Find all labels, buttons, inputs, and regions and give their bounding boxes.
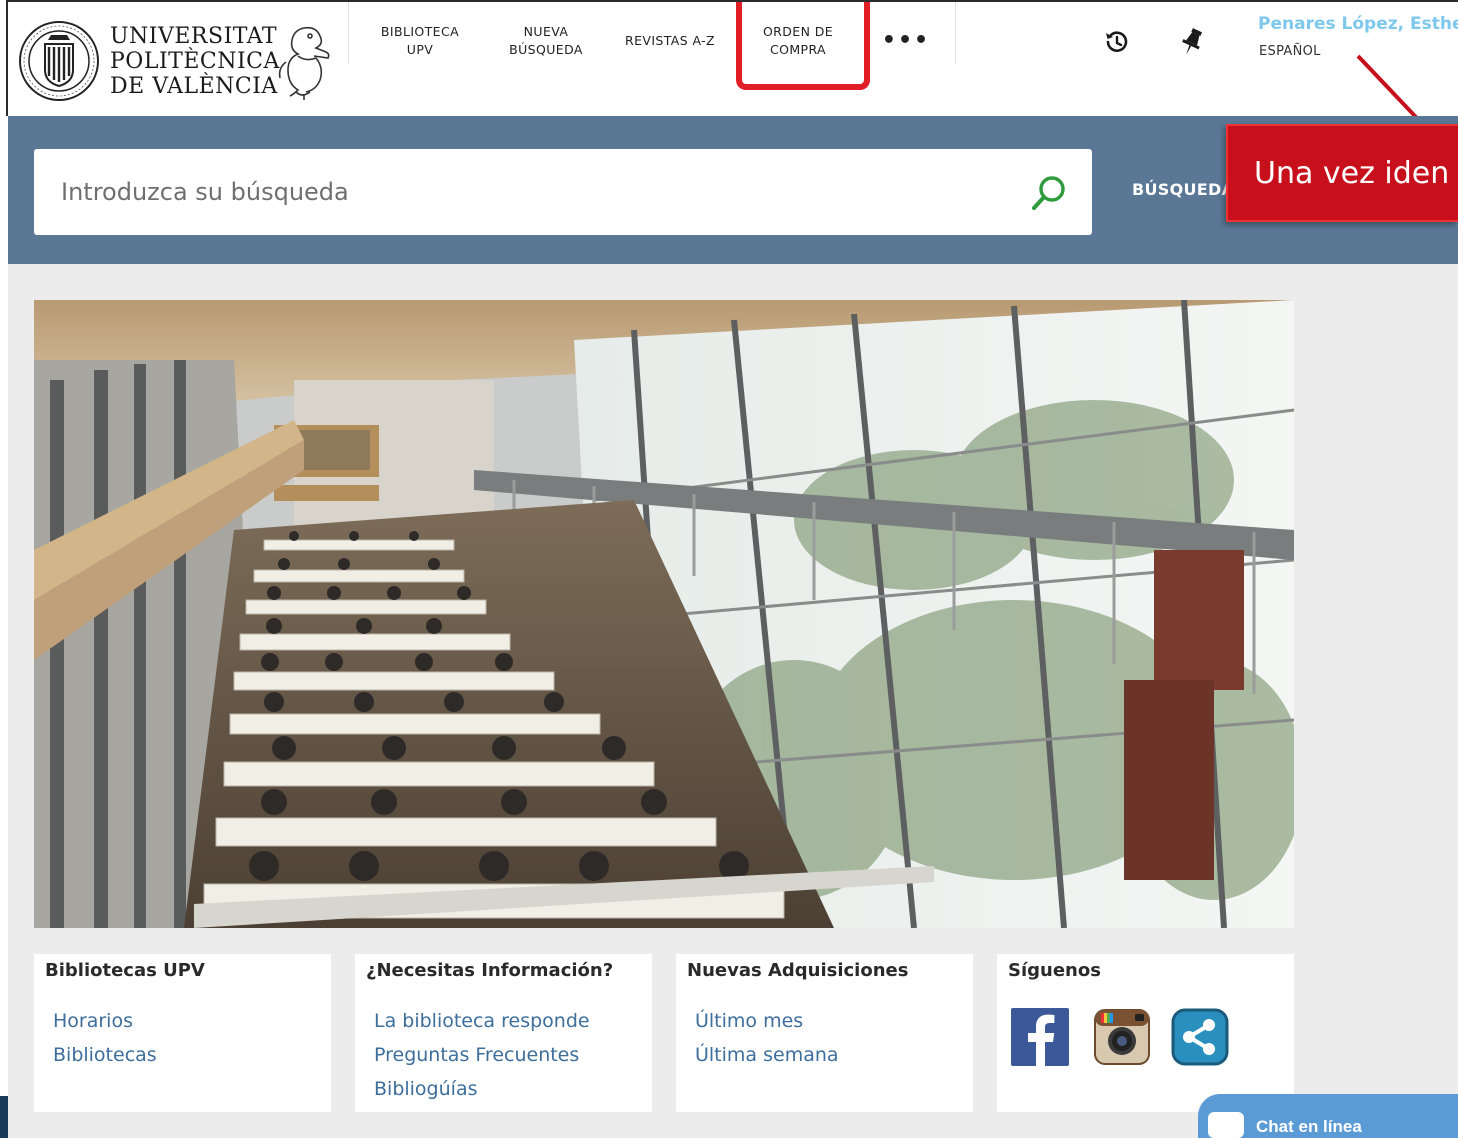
- logo-line-2: POLITÈCNICA: [110, 49, 280, 74]
- chat-label: Chat en línea: [1256, 1117, 1362, 1136]
- share-icon[interactable]: [1171, 1008, 1229, 1066]
- search-input[interactable]: [34, 149, 1014, 235]
- card-links: Último mes Última semana: [695, 1004, 839, 1072]
- search-history-button[interactable]: [1098, 24, 1134, 60]
- chat-bubble-icon: [1208, 1112, 1244, 1138]
- more-menu-button[interactable]: •••: [857, 2, 955, 92]
- top-header: · UNIVERSITAT POLITÈCNICA DE VALÈNCIA BI…: [6, 0, 1458, 116]
- upv-logo[interactable]: · UNIVERSITAT POLITÈCNICA DE VALÈNCIA: [18, 16, 338, 102]
- nav-revistas-az[interactable]: REVISTAS A-Z: [601, 2, 739, 92]
- user-name-link[interactable]: Penares López, Esther: [1258, 14, 1458, 34]
- card-title: Síguenos: [1008, 960, 1101, 981]
- search-button[interactable]: [1030, 173, 1070, 213]
- search-box: [34, 149, 1092, 235]
- search-icon: [1032, 176, 1065, 210]
- nav-biblioteca-label: BIBLIOTECA UPV: [380, 24, 460, 57]
- pin-icon: [1182, 28, 1203, 55]
- callout-text: Una vez iden: [1254, 156, 1450, 191]
- card-bibliotecas-upv: Bibliotecas UPV Horarios Bibliotecas: [34, 954, 331, 1112]
- university-seal-icon: ·: [19, 21, 99, 101]
- card-necesitas-informacion: ¿Necesitas Información? La biblioteca re…: [355, 954, 652, 1112]
- link-ultimo-mes[interactable]: Último mes: [695, 1004, 839, 1038]
- link-la-biblioteca-responde[interactable]: La biblioteca responde: [374, 1004, 590, 1038]
- nav-revistas-label: REVISTAS A-Z: [624, 33, 716, 48]
- history-icon: [1106, 31, 1128, 52]
- nav-orden-de-compra[interactable]: ORDEN DE COMPRA: [739, 2, 857, 92]
- library-hero-image: [34, 300, 1294, 928]
- library-reading-room-photo: [34, 300, 1294, 928]
- logo-line-3: DE VALÈNCIA: [110, 74, 278, 99]
- link-ultima-semana[interactable]: Última semana: [695, 1038, 839, 1072]
- link-preguntas-frecuentes[interactable]: Preguntas Frecuentes: [374, 1038, 590, 1072]
- main-navigation: BIBLIOTECA UPV NUEVA BÚSQUEDA REVISTAS A…: [348, 2, 956, 92]
- university-name: UNIVERSITAT POLITÈCNICA DE VALÈNCIA: [110, 24, 280, 99]
- card-title: Nuevas Adquisiciones: [687, 960, 909, 981]
- card-links: Horarios Bibliotecas: [53, 1004, 157, 1072]
- facebook-icon[interactable]: [1011, 1008, 1069, 1066]
- link-bibliotecas[interactable]: Bibliotecas: [53, 1038, 157, 1072]
- link-horarios[interactable]: Horarios: [53, 1004, 157, 1038]
- corner-decoration: [0, 1096, 8, 1138]
- nav-orden-label: ORDEN DE COMPRA: [762, 24, 834, 57]
- nav-divider: [955, 2, 956, 64]
- card-links: La biblioteca responde Preguntas Frecuen…: [374, 1004, 590, 1106]
- ellipsis-icon: •••: [881, 28, 931, 53]
- language-selector[interactable]: ESPAÑOL: [1259, 44, 1321, 59]
- pinned-items-button[interactable]: [1174, 24, 1210, 60]
- mascot-icon: [278, 26, 330, 100]
- nav-nueva-busqueda-label: NUEVA BÚSQUEDA: [509, 24, 583, 57]
- nav-biblioteca-upv[interactable]: BIBLIOTECA UPV: [349, 2, 491, 92]
- logo-line-1: UNIVERSITAT: [110, 24, 278, 49]
- link-bibliogias[interactable]: Bibliogúías: [374, 1072, 590, 1106]
- card-nuevas-adquisiciones: Nuevas Adquisiciones Último mes Última s…: [676, 954, 973, 1112]
- card-title: ¿Necesitas Información?: [366, 960, 614, 981]
- card-title: Bibliotecas UPV: [45, 960, 205, 981]
- instagram-icon[interactable]: [1093, 1008, 1151, 1066]
- card-siguenos: Síguenos: [997, 954, 1294, 1112]
- main-content: Bibliotecas UPV Horarios Bibliotecas ¿Ne…: [8, 264, 1458, 1138]
- chat-online-button[interactable]: Chat en línea: [1198, 1094, 1458, 1138]
- nav-nueva-busqueda[interactable]: NUEVA BÚSQUEDA: [491, 2, 601, 92]
- advanced-search-link[interactable]: BÚSQUEDA: [1132, 180, 1234, 199]
- annotation-callout: Una vez iden: [1226, 124, 1458, 222]
